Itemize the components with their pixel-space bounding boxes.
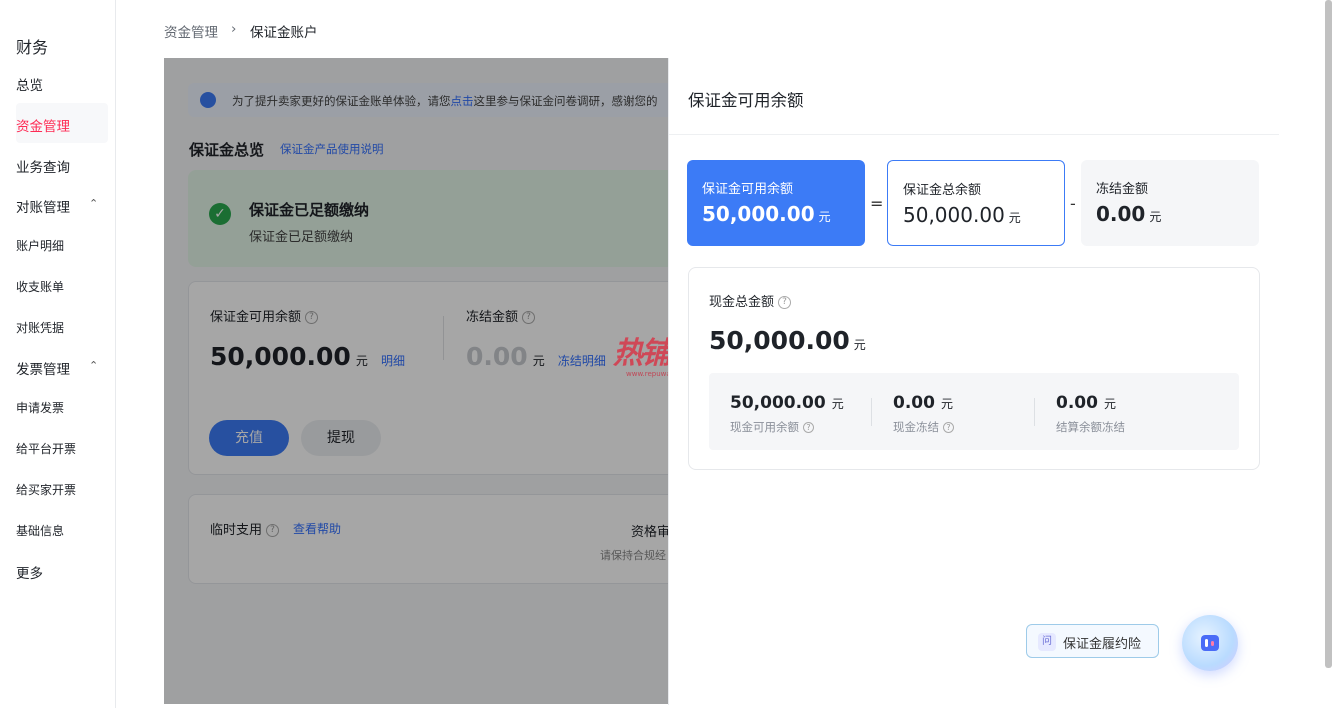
sidebar-item-invoice[interactable]: 发票管理 [16,358,70,378]
drawer-title: 保证金可用余额 [688,91,804,110]
cash-available: 50,000.00 元 现金可用余额? [730,393,844,434]
breadcrumb-current: 保证金账户 [250,25,318,41]
minus-sign: - [1070,194,1076,213]
ai-assistant-icon[interactable] [1182,615,1238,671]
breadcrumb-separator: › [231,21,237,37]
settlement-frozen: 0.00 元 结算余额冻结 [1056,393,1125,434]
sidebar-item-overview[interactable]: 总览 [16,74,43,94]
chevron-up-icon[interactable]: ⌃ [89,359,98,372]
sidebar-item-basic-info[interactable]: 基础信息 [16,522,64,539]
sidebar-item-invoice-buyer[interactable]: 给买家开票 [16,481,76,498]
sidebar-item-voucher[interactable]: 对账凭据 [16,319,64,336]
insurance-button[interactable]: 问 保证金履约险 [1026,624,1159,658]
sidebar-item-apply-invoice[interactable]: 申请发票 [16,399,64,416]
available-box: 保证金可用余额 50,000.00 元 [687,160,865,246]
sidebar-item-reconciliation[interactable]: 对账管理 [16,196,70,216]
equals-sign: = [870,194,884,213]
sidebar-item-more[interactable]: 更多 [16,562,43,582]
drawer-header: 保证金可用余额 [669,58,1279,135]
modal-mask[interactable] [164,58,668,704]
divider [871,398,872,426]
balance-drawer: 保证金可用余额 保证金可用余额 50,000.00 元 = 保证金总余额 50,0… [668,58,1279,705]
cash-frozen: 0.00 元 现金冻结? [893,393,954,434]
cash-label: 现金总金额? [709,291,792,310]
sidebar-item-funds[interactable]: 资金管理 [16,115,70,135]
sidebar-item-invoice-platform[interactable]: 给平台开票 [16,440,76,457]
sidebar-item-business-query[interactable]: 业务查询 [16,156,70,176]
total-box: 保证金总余额 50,000.00 元 [887,160,1065,246]
cash-total-card: 现金总金额? 50,000.00 元 50,000.00 元 现金可用余额? 0.0… [688,267,1260,470]
breadcrumb-parent[interactable]: 资金管理 [164,21,218,41]
question-icon: 问 [1038,633,1056,651]
cash-amount: 50,000.00 元 [709,326,866,355]
help-icon[interactable]: ? [778,296,792,309]
chevron-up-icon[interactable]: ⌃ [89,197,98,210]
sidebar-title: 财务 [16,38,49,57]
help-icon[interactable]: ? [803,422,814,433]
sidebar-item-income-bill[interactable]: 收支账单 [16,278,64,295]
help-icon[interactable]: ? [943,422,954,433]
sidebar: 财务 总览 资金管理 业务查询 对账管理 ⌃ 账户明细 收支账单 对账凭据 发票… [0,0,116,708]
frozen-box: 冻结金额 0.00 元 [1081,160,1259,246]
cash-breakdown: 50,000.00 元 现金可用余额? 0.00 元 现金冻结? 0.00 元 结算余… [709,373,1239,450]
sidebar-item-account-detail[interactable]: 账户明细 [16,237,64,254]
divider [1034,398,1035,426]
scrollbar[interactable] [1325,0,1332,668]
